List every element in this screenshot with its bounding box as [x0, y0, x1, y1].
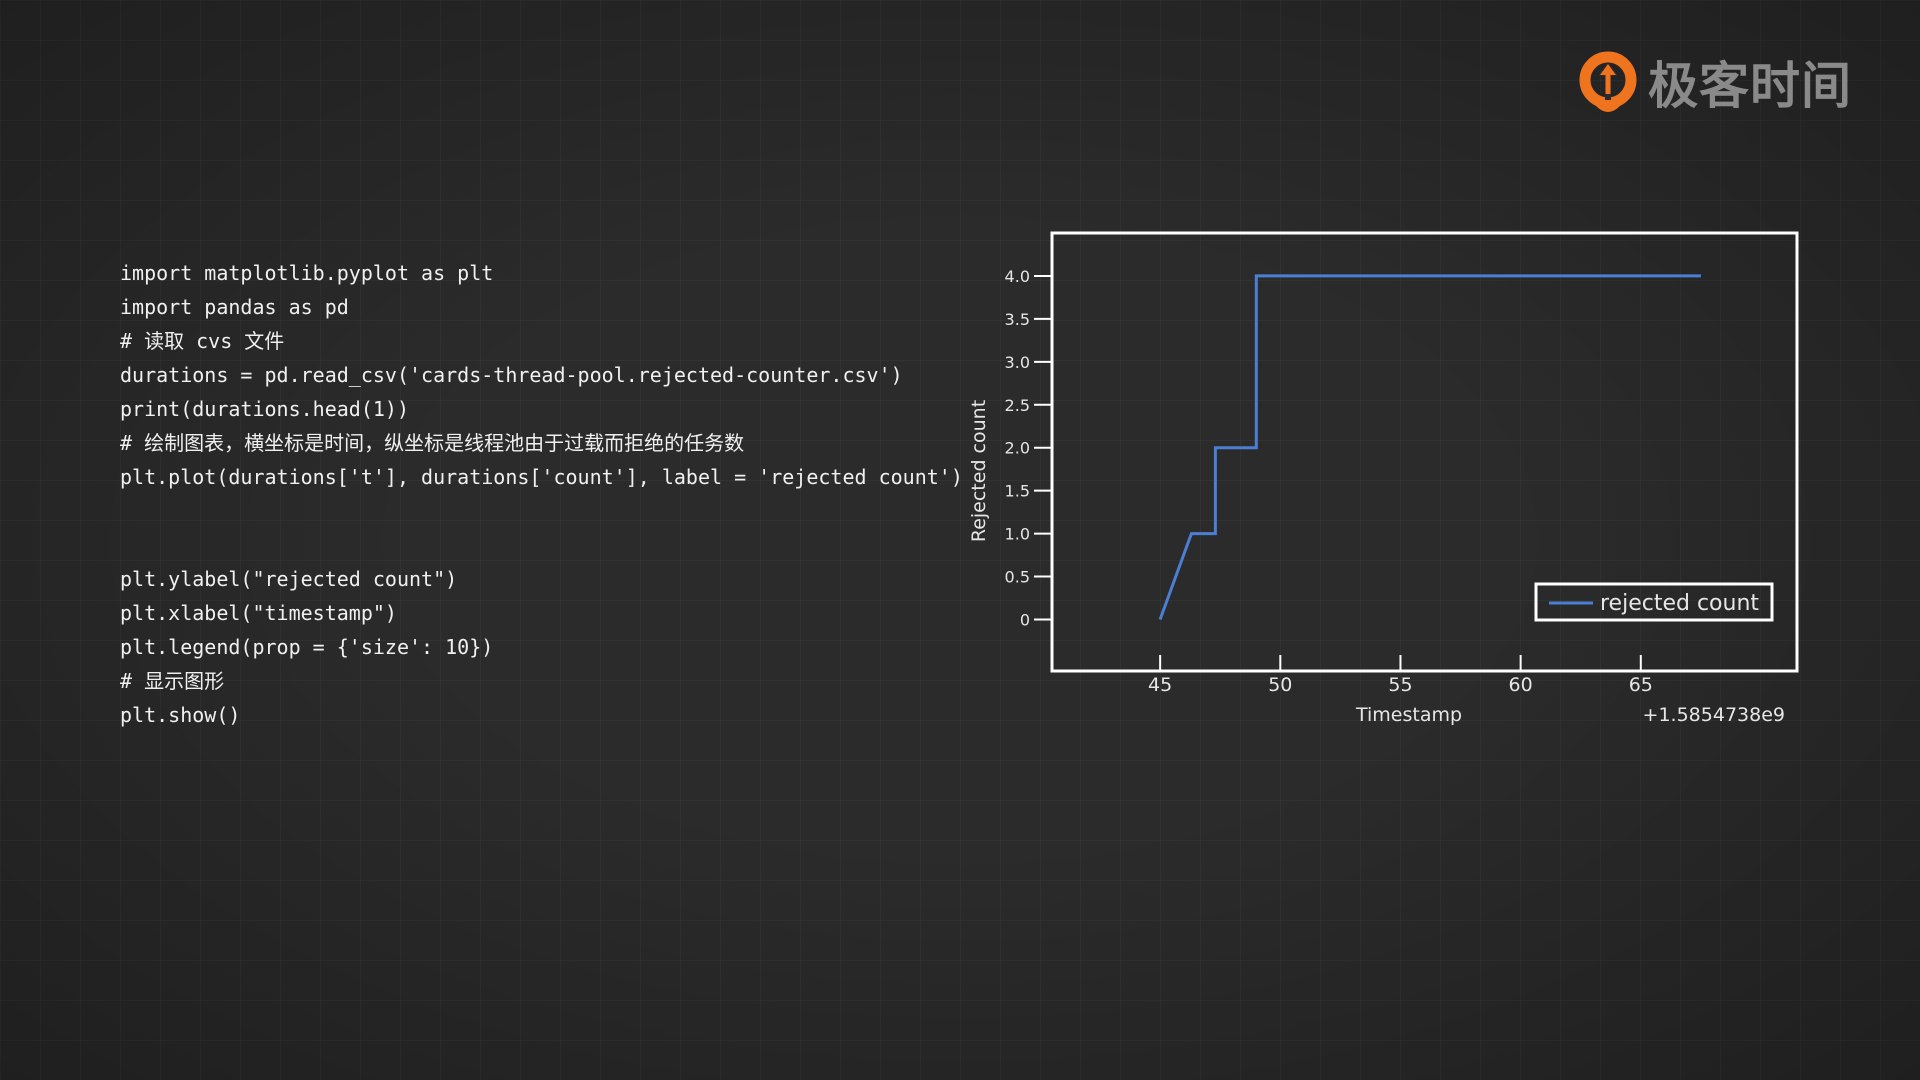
- code-line: durations = pd.read_csv('cards-thread-po…: [120, 363, 903, 387]
- y-tick-label: 4.0: [1005, 267, 1030, 286]
- code-line: plt.legend(prop = {'size': 10}): [120, 635, 494, 659]
- code-comment: # 显示图形: [120, 669, 225, 693]
- y-tick-label: 1.5: [1005, 482, 1030, 501]
- code-comment: # 绘制图表，横坐标是时间，纵坐标是线程池由于过载而拒绝的任务数: [120, 431, 745, 455]
- y-tick-label: 2.5: [1005, 396, 1030, 415]
- y-axis-label: Rejected count: [968, 400, 990, 542]
- legend: rejected count: [1534, 582, 1774, 622]
- x-tick-label: 60: [1509, 674, 1533, 696]
- x-axis: 45 50 55 60 65: [1148, 655, 1653, 696]
- x-axis-label: Timestamp: [1355, 704, 1462, 726]
- geektime-logo-icon: [1579, 51, 1637, 112]
- x-tick-label: 45: [1148, 674, 1172, 696]
- legend-box: [1534, 582, 1774, 622]
- y-tick-label: 0.5: [1005, 568, 1030, 587]
- x-tick-label: 55: [1388, 674, 1412, 696]
- code-line: print(durations.head(1)): [120, 397, 409, 421]
- brand-logo-text: 极客时间: [1648, 56, 1852, 115]
- y-tick-label: 3.5: [1005, 310, 1030, 329]
- x-tick-label: 50: [1268, 674, 1292, 696]
- y-tick-label: 3.0: [1005, 353, 1030, 372]
- code-line: plt.ylabel("rejected count"): [120, 567, 458, 591]
- x-tick-label: 65: [1629, 674, 1653, 696]
- plot-frame: [1050, 231, 1799, 673]
- code-line: plt.plot(durations['t'], durations['coun…: [120, 465, 963, 489]
- y-tick-label: 1.0: [1005, 525, 1030, 544]
- x-offset-label: +1.5854738e9: [1643, 704, 1785, 726]
- code-line: import pandas as pd: [120, 295, 349, 319]
- code-line: plt.show(): [120, 703, 241, 727]
- brand-logo: 极客时间: [1578, 48, 1852, 123]
- code-line: plt.xlabel("timestamp"): [120, 601, 397, 625]
- series-layer: [1158, 274, 1701, 621]
- series-line-rejected-count: [1158, 274, 1701, 621]
- y-tick-label: 2.0: [1005, 439, 1030, 458]
- code-gap: [120, 494, 963, 562]
- code-block: import matplotlib.pyplot as plt import p…: [120, 256, 963, 732]
- code-comment: # 读取 cvs 文件: [120, 329, 285, 353]
- y-axis: 0 0.5 1.0 1.5 2.0 2.5 3.0 3.5 4.0: [1005, 267, 1052, 629]
- code-line: import matplotlib.pyplot as plt: [120, 261, 494, 285]
- y-tick-label: 0: [1020, 610, 1030, 629]
- legend-label: rejected count: [1600, 591, 1759, 616]
